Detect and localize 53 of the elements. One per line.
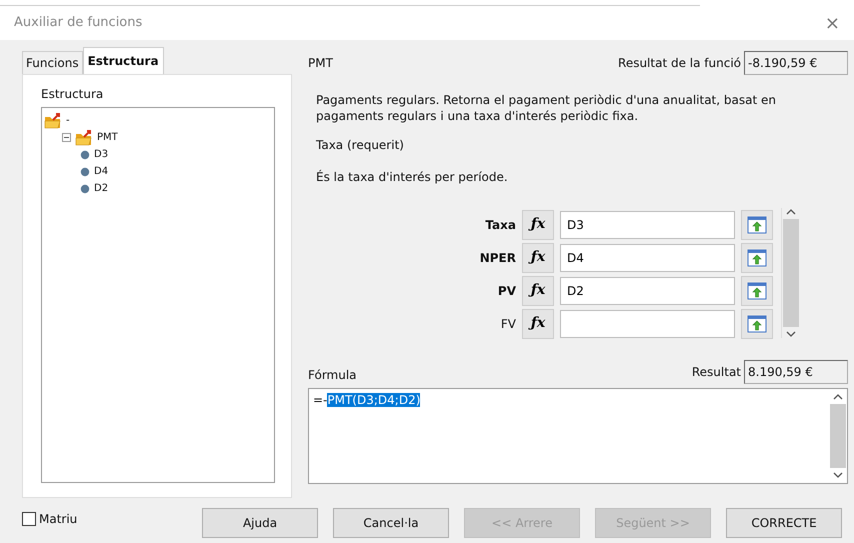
scroll-up-icon[interactable] xyxy=(786,208,796,216)
window-title: Auxiliar de funcions xyxy=(14,14,142,32)
checkbox[interactable] xyxy=(22,512,36,526)
function-wizard-button[interactable]: ƒx xyxy=(522,308,554,339)
select-button[interactable] xyxy=(741,276,773,306)
dialog-button[interactable]: CORRECTE xyxy=(726,508,842,538)
tab[interactable]: Estructura xyxy=(82,47,164,74)
argument-label: PV xyxy=(496,282,516,300)
argument-title: Taxa (requerit) xyxy=(315,137,405,154)
formula-label: Fórmula xyxy=(308,367,357,384)
argument-field[interactable] xyxy=(560,310,735,338)
tree-item[interactable]: D4 xyxy=(94,164,108,179)
function-wizard-button[interactable]: ƒx xyxy=(522,242,554,273)
close-button[interactable]: × xyxy=(818,8,846,38)
scrollbar[interactable] xyxy=(781,208,799,338)
argument-label: FV xyxy=(500,316,516,333)
function-wizard-button[interactable]: ƒx xyxy=(522,210,554,240)
tree-item[interactable]: - xyxy=(66,113,70,128)
argument-field[interactable]: D2 xyxy=(560,276,735,305)
formula-field[interactable]: =-PMT(D3;D4;D2) xyxy=(308,388,848,484)
dialog-button[interactable]: Ajuda xyxy=(202,508,318,538)
scroll-down-icon[interactable] xyxy=(833,472,843,480)
node-dot-icon xyxy=(80,184,90,194)
select-button[interactable] xyxy=(741,308,773,339)
node-dot-icon xyxy=(80,150,90,160)
select-button[interactable] xyxy=(741,242,773,273)
folder-icon xyxy=(75,130,93,146)
dialog-button[interactable]: Cancel·la xyxy=(333,508,449,538)
scroll-up-icon[interactable] xyxy=(833,393,843,400)
argument-field[interactable]: D4 xyxy=(560,244,735,272)
result-label: Resultat xyxy=(692,364,741,382)
scroll-thumb[interactable] xyxy=(830,404,846,468)
checkbox-label: Matriu xyxy=(39,511,78,528)
function-description: Pagaments regulars. Retorna el pagament periòdic d'una anualitat, basat en pagaments regulars i una taxa d'interés periòdic fixa. xyxy=(315,92,777,124)
function-wizard-button[interactable]: ƒx xyxy=(522,276,554,306)
folder-icon xyxy=(44,112,62,128)
result-field: 8.190,59 € xyxy=(744,360,848,384)
tree-item[interactable]: D3 xyxy=(94,147,108,162)
tree-item[interactable]: PMT xyxy=(97,130,118,145)
tree-item[interactable]: D2 xyxy=(94,181,108,196)
select-button[interactable] xyxy=(741,210,773,240)
argument-field[interactable]: D3 xyxy=(560,210,735,239)
scroll-down-icon[interactable] xyxy=(786,331,796,338)
tab[interactable]: Funcions xyxy=(22,51,83,74)
argument-label: NPER xyxy=(478,250,516,267)
structure-label: Estructura xyxy=(41,86,104,103)
result-field: -8.190,59 € xyxy=(744,51,848,75)
function-name: PMT xyxy=(308,55,333,72)
argument-label: Taxa xyxy=(484,216,516,234)
result-label: Resultat de la funció xyxy=(618,55,741,72)
node-dot-icon xyxy=(80,166,90,176)
argument-description: És la taxa d'interés per període. xyxy=(315,168,509,186)
collapse-icon[interactable] xyxy=(62,133,71,142)
